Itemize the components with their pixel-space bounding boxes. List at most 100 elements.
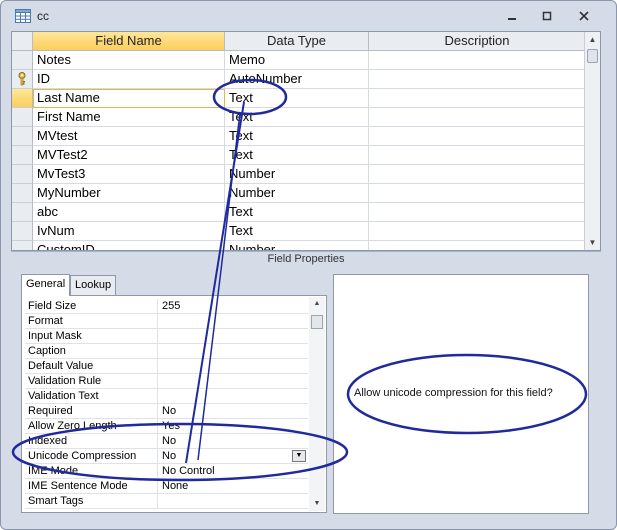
data-type-cell[interactable]: Text (225, 108, 369, 127)
row-selector[interactable] (12, 89, 33, 108)
unicode-compression-select[interactable]: No ▼ (159, 449, 308, 464)
field-name-cell[interactable]: Notes (33, 51, 225, 70)
property-row[interactable]: Default Value (25, 359, 308, 374)
tab-lookup[interactable]: Lookup (70, 275, 117, 295)
table-row-selected[interactable]: Last Name Text (12, 89, 586, 108)
property-row[interactable]: Field Size 255 (25, 299, 308, 314)
data-type-cell[interactable]: Number (225, 165, 369, 184)
data-type-cell[interactable]: Text (225, 127, 369, 146)
property-value[interactable] (159, 359, 308, 374)
field-name-cell[interactable]: MvTest3 (33, 165, 225, 184)
table-row[interactable]: CustomID Number (12, 241, 586, 250)
table-row[interactable]: MVtest Text (12, 127, 586, 146)
row-selector[interactable] (12, 51, 33, 70)
field-name-cell[interactable]: ID (33, 70, 225, 89)
property-value[interactable]: None (159, 479, 308, 494)
property-row[interactable]: Caption (25, 344, 308, 359)
row-selector[interactable] (12, 222, 33, 241)
description-cell[interactable] (369, 127, 586, 146)
close-button[interactable] (573, 7, 595, 25)
data-type-cell[interactable]: Number (225, 241, 369, 250)
table-row[interactable]: abc Text (12, 203, 586, 222)
table-row[interactable]: IvNum Text (12, 222, 586, 241)
property-row-active[interactable]: Unicode Compression No ▼ (25, 449, 308, 464)
description-cell[interactable] (369, 108, 586, 127)
row-selector[interactable] (12, 241, 33, 250)
property-row[interactable]: IME Sentence Mode None (25, 479, 308, 494)
property-value[interactable]: No (159, 434, 308, 449)
scroll-up-arrow-icon[interactable]: ▲ (585, 32, 600, 47)
properties-vertical-scrollbar[interactable]: ▲ ▼ (309, 297, 325, 511)
minimize-button[interactable] (501, 7, 523, 25)
tab-general[interactable]: General (21, 274, 71, 296)
property-row[interactable]: Validation Text (25, 389, 308, 404)
description-cell[interactable] (369, 241, 586, 250)
description-cell[interactable] (369, 89, 586, 108)
scroll-down-arrow-icon[interactable]: ▼ (311, 498, 323, 510)
table-row[interactable]: MyNumber Number (12, 184, 586, 203)
row-selector[interactable] (12, 203, 33, 222)
property-row[interactable]: Validation Rule (25, 374, 308, 389)
scroll-thumb[interactable] (311, 315, 323, 329)
property-value[interactable]: No Control (159, 464, 308, 479)
field-name-cell[interactable]: CustomID (33, 241, 225, 250)
description-cell[interactable] (369, 222, 586, 241)
property-row[interactable]: Input Mask (25, 329, 308, 344)
field-name-cell[interactable]: Last Name (33, 89, 225, 108)
property-value[interactable]: No (159, 404, 308, 419)
grid-vertical-scrollbar[interactable]: ▲ ▼ (584, 32, 600, 250)
description-cell[interactable] (369, 51, 586, 70)
property-value[interactable] (159, 314, 308, 329)
table-row[interactable]: First Name Text (12, 108, 586, 127)
row-selector[interactable] (12, 146, 33, 165)
data-type-cell[interactable]: Number (225, 184, 369, 203)
data-type-cell[interactable]: Text (225, 203, 369, 222)
property-row[interactable]: Format (25, 314, 308, 329)
property-value[interactable]: 255 (159, 299, 308, 314)
row-selector[interactable] (12, 108, 33, 127)
scroll-up-arrow-icon[interactable]: ▲ (311, 298, 323, 310)
description-header[interactable]: Description (369, 32, 586, 51)
property-value[interactable] (159, 389, 308, 404)
table-row[interactable]: MvTest3 Number (12, 165, 586, 184)
description-cell[interactable] (369, 146, 586, 165)
data-type-header[interactable]: Data Type (225, 32, 369, 51)
scroll-thumb[interactable] (587, 49, 598, 63)
field-name-cell[interactable]: MVtest (33, 127, 225, 146)
property-value[interactable] (159, 344, 308, 359)
property-row[interactable]: Allow Zero Length Yes (25, 419, 308, 434)
property-value[interactable] (159, 494, 308, 509)
dropdown-arrow-icon[interactable]: ▼ (292, 450, 306, 462)
field-name-cell[interactable]: abc (33, 203, 225, 222)
data-type-cell[interactable]: Text (225, 222, 369, 241)
maximize-button[interactable] (536, 7, 558, 25)
description-cell[interactable] (369, 165, 586, 184)
table-row[interactable]: ID AutoNumber (12, 70, 586, 89)
row-selector[interactable] (12, 127, 33, 146)
property-value[interactable] (159, 374, 308, 389)
description-cell[interactable] (369, 184, 586, 203)
data-type-cell[interactable]: Text (225, 146, 369, 165)
table-row[interactable]: MVTest2 Text (12, 146, 586, 165)
data-type-cell[interactable]: Memo (225, 51, 369, 70)
data-type-cell[interactable]: Text (225, 89, 369, 108)
field-name-header[interactable]: Field Name (33, 32, 225, 51)
row-selector[interactable] (12, 165, 33, 184)
field-name-cell[interactable]: IvNum (33, 222, 225, 241)
row-selector[interactable] (12, 70, 33, 89)
description-cell[interactable] (369, 70, 586, 89)
field-name-cell[interactable]: First Name (33, 108, 225, 127)
scroll-down-arrow-icon[interactable]: ▼ (585, 235, 600, 250)
row-selector[interactable] (12, 184, 33, 203)
description-cell[interactable] (369, 203, 586, 222)
field-name-cell[interactable]: MyNumber (33, 184, 225, 203)
property-value[interactable]: Yes (159, 419, 308, 434)
row-selector-header[interactable] (12, 32, 33, 51)
property-row[interactable]: Smart Tags (25, 494, 308, 509)
field-name-cell[interactable]: MVTest2 (33, 146, 225, 165)
property-row[interactable]: Required No (25, 404, 308, 419)
property-value[interactable] (159, 329, 308, 344)
property-row[interactable]: Indexed No (25, 434, 308, 449)
table-row[interactable]: Notes Memo (12, 51, 586, 70)
property-row[interactable]: IME Mode No Control (25, 464, 308, 479)
